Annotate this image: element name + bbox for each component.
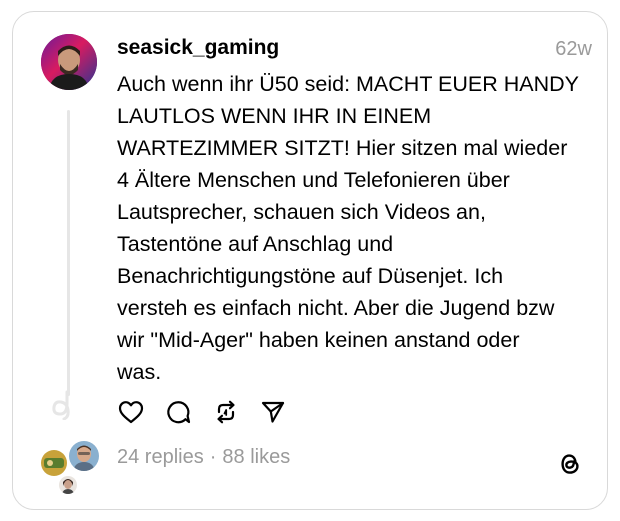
send-icon [261,401,285,423]
post-timestamp[interactable]: 62w [555,38,592,61]
post-text-line: Benachrichtigungstöne auf Düsenjet. Ich [117,264,504,288]
post-text-line: wir "Mid-Ager" haben keinen anstand oder [117,328,520,352]
post-text-line: was. [117,360,162,384]
reply-button[interactable] [164,398,192,426]
post-stats: 24 replies · 88 likes [117,446,290,469]
like-button[interactable] [117,398,145,426]
share-button[interactable] [259,398,287,426]
replier-avatar[interactable] [67,439,101,473]
post-text-line: Lautsprecher, schauen sich Videos an, [117,200,486,224]
replies-count[interactable]: 24 replies [117,446,204,468]
stats-separator: · [209,446,217,468]
replier-avatar[interactable] [57,474,79,496]
likes-count[interactable]: 88 likes [222,446,290,468]
post-text-line: Auch wenn ihr Ü50 seid: MACHT EUER HANDY [117,72,580,96]
post-text: Auch wenn ihr Ü50 seid: MACHT EUER HANDY… [117,68,597,388]
thread-line [67,110,70,396]
author-avatar[interactable] [41,34,97,90]
post-text-line: 4 Ältere Menschen und Telefonieren über [117,168,510,192]
post-text-line: LAUTLOS WENN IHR IN EINEM [117,104,432,128]
repost-icon [217,400,235,424]
post-text-line: versteh es einfach nicht. Aber die Jugen… [117,296,555,320]
thread-line-end [52,390,70,420]
threads-logo-icon[interactable] [557,450,583,478]
author-username[interactable]: seasick_gaming [117,36,279,60]
comment-icon [167,401,191,424]
post-text-line: Tastentöne auf Anschlag und [117,232,394,256]
post-text-line: WARTEZIMMER SITZT! Hier sitzen mal wiede… [117,136,568,160]
heart-icon [118,401,144,424]
repost-button[interactable] [212,398,240,426]
